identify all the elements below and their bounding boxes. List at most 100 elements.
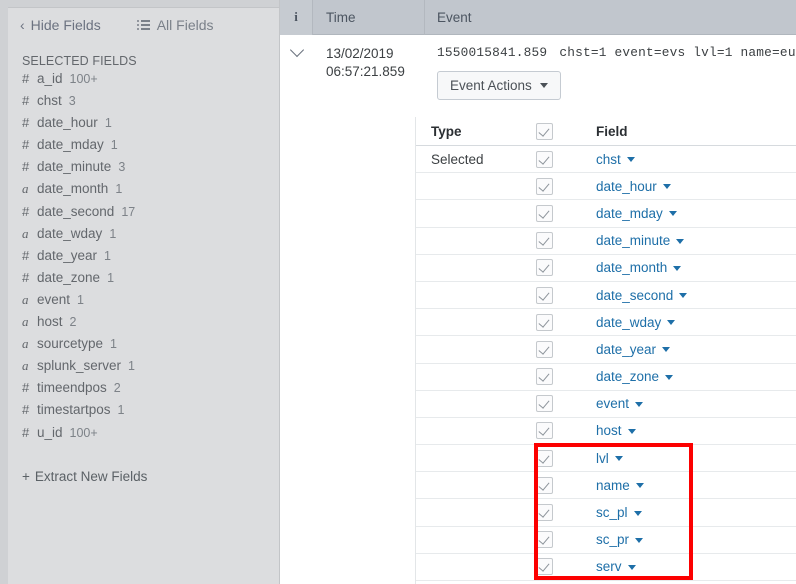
field-name-link[interactable]: host [596, 423, 636, 438]
table-row: date_mday [416, 200, 796, 228]
field-checkbox[interactable] [536, 259, 553, 277]
sidebar-field-item[interactable]: a event 1 [22, 292, 279, 314]
all-fields-button[interactable]: All Fields [136, 17, 214, 33]
field-checkbox[interactable] [536, 476, 553, 494]
field-name-link[interactable]: chst [596, 152, 635, 167]
select-all-checkbox[interactable] [536, 122, 553, 140]
table-row: serv [416, 554, 796, 581]
sidebar-field-item[interactable]: a splunk_server 1 [22, 358, 279, 380]
sidebar-field-item[interactable]: a sourcetype 1 [22, 336, 279, 358]
sidebar-field-count: 2 [69, 315, 77, 330]
sidebar-field-name: date_mday [37, 137, 104, 153]
sidebar-field-count: 1 [110, 337, 117, 352]
field-type-icon: # [22, 137, 30, 153]
field-name-link[interactable]: event [596, 396, 644, 412]
sidebar-field-item[interactable]: # date_hour 1 [22, 115, 279, 137]
field-name-link[interactable]: date_second [596, 288, 688, 303]
field-name-label: date_zone [596, 369, 660, 385]
field-checkbox[interactable] [536, 204, 553, 222]
caret-down-icon [667, 320, 676, 326]
field-checkbox-cell [536, 340, 581, 358]
field-checkbox[interactable] [536, 531, 553, 549]
field-name-label: name [596, 477, 630, 493]
field-checkbox[interactable] [536, 395, 553, 413]
field-table-type-header: Type [431, 123, 462, 139]
sidebar-field-item[interactable]: a date_wday 1 [22, 226, 279, 248]
field-checkbox[interactable] [536, 558, 553, 576]
event-raw-text: 1550015841.859 chst=1 event=evs lvl=1 nam… [437, 45, 796, 60]
sidebar-field-item[interactable]: # date_second 17 [22, 204, 279, 226]
field-name-link[interactable]: date_wday [596, 315, 676, 330]
field-checkbox[interactable] [536, 177, 553, 195]
extract-new-fields-button[interactable]: + Extract New Fields [22, 469, 147, 484]
check-icon [538, 207, 550, 219]
check-icon [538, 152, 550, 165]
fields-sidebar-header: ‹ Hide Fields All Fields [8, 8, 279, 42]
chevron-down-icon [289, 42, 304, 58]
field-checkbox[interactable] [536, 286, 553, 304]
sidebar-field-item[interactable]: a host 2 [22, 314, 279, 336]
hide-fields-button[interactable]: ‹ Hide Fields [20, 17, 101, 33]
event-raw-timestamp: 1550015841.859 [437, 45, 548, 60]
field-table-field-header: Field [596, 123, 628, 139]
field-name-link[interactable]: lvl [596, 451, 623, 466]
sidebar-field-item[interactable]: # timestartpos 1 [22, 402, 279, 424]
sidebar-field-item[interactable]: # date_mday 1 [22, 137, 279, 159]
field-type-icon: # [22, 115, 30, 131]
sidebar-field-count: 1 [117, 403, 125, 418]
field-checkbox[interactable] [536, 368, 553, 386]
field-type-label: Selected [431, 151, 484, 167]
field-checkbox[interactable] [536, 422, 553, 440]
event-column-header[interactable]: Event [425, 0, 796, 35]
sidebar-field-item[interactable]: a date_month 1 [22, 181, 279, 203]
sidebar-field-item[interactable]: # date_zone 1 [22, 270, 279, 292]
field-checkbox[interactable] [536, 504, 553, 522]
field-name-link[interactable]: serv [596, 559, 636, 574]
field-name-link[interactable]: date_month [596, 260, 682, 275]
expand-event-toggle[interactable] [280, 42, 313, 58]
field-checkbox-cell [536, 259, 581, 277]
field-checkbox[interactable] [536, 449, 553, 467]
field-checkbox-cell [536, 531, 581, 549]
field-name-cell: date_mday [581, 206, 796, 221]
field-type-icon: a [22, 314, 29, 330]
field-checkbox[interactable] [536, 340, 553, 358]
event-actions-button[interactable]: Event Actions [437, 71, 561, 100]
plus-icon: + [22, 468, 30, 484]
field-name-link[interactable]: name [596, 478, 644, 493]
field-name-link[interactable]: date_hour [596, 179, 671, 194]
caret-down-icon [633, 510, 642, 516]
field-checkbox-cell [536, 232, 581, 250]
check-icon [538, 370, 550, 382]
field-name-link[interactable]: date_minute [596, 233, 685, 248]
extract-new-fields-label: Extract New Fields [34, 468, 148, 484]
field-name-link[interactable]: date_zone [596, 369, 674, 385]
sidebar-field-item[interactable]: # a_id 100+ [22, 71, 279, 93]
sidebar-field-item[interactable]: # timeendpos 2 [22, 380, 279, 402]
field-name-link[interactable]: sc_pl [596, 505, 642, 520]
field-checkbox[interactable] [536, 232, 553, 250]
field-checkbox[interactable] [536, 313, 553, 331]
sidebar-field-item[interactable]: # date_year 1 [22, 248, 279, 270]
event-timestamp[interactable]: 13/02/2019 06:57:21.859 [313, 45, 425, 81]
field-name-cell: name [581, 478, 796, 493]
sidebar-field-item[interactable]: # u_id 100+ [22, 425, 279, 447]
event-date: 13/02/2019 [326, 46, 394, 61]
chevron-left-icon: ‹ [20, 17, 25, 33]
sidebar-field-item[interactable]: # date_minute 3 [22, 159, 279, 181]
event-fields-table: Type Field Selected chst date_hour date_… [415, 117, 796, 584]
check-icon [538, 180, 550, 192]
field-name-link[interactable]: date_year [596, 342, 671, 357]
sidebar-field-item[interactable]: # chst 3 [22, 93, 279, 115]
time-column-header[interactable]: Time [313, 0, 425, 35]
table-row: date_wday [416, 309, 796, 337]
field-name-link[interactable]: date_mday [596, 206, 677, 221]
sidebar-field-name: event [37, 291, 71, 307]
field-name-link[interactable]: sc_pr [596, 532, 644, 547]
caret-down-icon [679, 293, 688, 299]
table-row: lvl [416, 445, 796, 473]
sidebar-field-name: date_year [37, 247, 98, 263]
field-name-label: date_mday [596, 205, 663, 221]
field-checkbox[interactable] [536, 150, 553, 168]
field-name-label: event [596, 396, 630, 412]
